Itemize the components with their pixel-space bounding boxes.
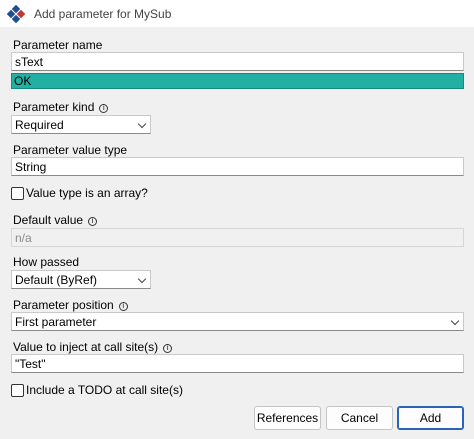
window-title: Add parameter for MySub bbox=[34, 6, 172, 21]
cancel-button[interactable]: Cancel bbox=[326, 406, 393, 430]
validation-status: OK bbox=[11, 73, 464, 89]
is-array-label: Value type is an array? bbox=[26, 186, 148, 200]
parameter-value-type-input[interactable]: String bbox=[11, 157, 464, 176]
is-array-checkbox[interactable] bbox=[11, 186, 24, 200]
value-to-inject-label: Value to inject at call site(s) i bbox=[13, 340, 173, 354]
chevron-down-icon bbox=[450, 316, 460, 326]
parameter-kind-value: Required bbox=[15, 118, 64, 132]
parameter-position-label-text: Parameter position bbox=[13, 298, 114, 312]
include-todo-checkbox[interactable] bbox=[11, 383, 24, 397]
add-button[interactable]: Add bbox=[397, 406, 464, 430]
info-icon[interactable]: i bbox=[118, 302, 128, 311]
title-bar: Add parameter for MySub bbox=[0, 0, 474, 28]
include-todo-label: Include a TODO at call site(s) bbox=[26, 383, 183, 397]
parameter-kind-label: Parameter kind i bbox=[13, 100, 109, 114]
include-todo-checkbox-row[interactable]: Include a TODO at call site(s) bbox=[11, 383, 183, 397]
value-to-inject-label-text: Value to inject at call site(s) bbox=[13, 340, 159, 354]
info-icon[interactable]: i bbox=[88, 217, 98, 226]
vba-diamond-icon bbox=[6, 4, 26, 23]
parameter-kind-select[interactable]: Required bbox=[11, 115, 151, 134]
parameter-name-label: Parameter name bbox=[13, 38, 103, 52]
info-icon[interactable]: i bbox=[163, 344, 173, 353]
parameter-name-input[interactable]: sText bbox=[11, 52, 464, 71]
value-to-inject-input[interactable]: "Test" bbox=[11, 354, 464, 373]
references-button[interactable]: References bbox=[254, 406, 321, 430]
parameter-position-value: First parameter bbox=[15, 315, 97, 329]
how-passed-value: Default (ByRef) bbox=[15, 273, 98, 287]
chevron-down-icon bbox=[137, 274, 147, 284]
is-array-checkbox-row[interactable]: Value type is an array? bbox=[11, 186, 148, 200]
parameter-position-label: Parameter position i bbox=[13, 298, 128, 312]
chevron-down-icon bbox=[137, 119, 147, 129]
default-value-label: Default value i bbox=[13, 213, 98, 227]
info-icon[interactable]: i bbox=[99, 104, 109, 113]
parameter-position-select[interactable]: First parameter bbox=[11, 312, 464, 331]
parameter-value-type-label: Parameter value type bbox=[13, 143, 128, 157]
how-passed-label: How passed bbox=[13, 255, 80, 269]
how-passed-select[interactable]: Default (ByRef) bbox=[11, 270, 151, 289]
parameter-kind-label-text: Parameter kind bbox=[13, 100, 95, 114]
default-value-input: n/a bbox=[11, 228, 464, 247]
default-value-label-text: Default value bbox=[13, 213, 84, 227]
